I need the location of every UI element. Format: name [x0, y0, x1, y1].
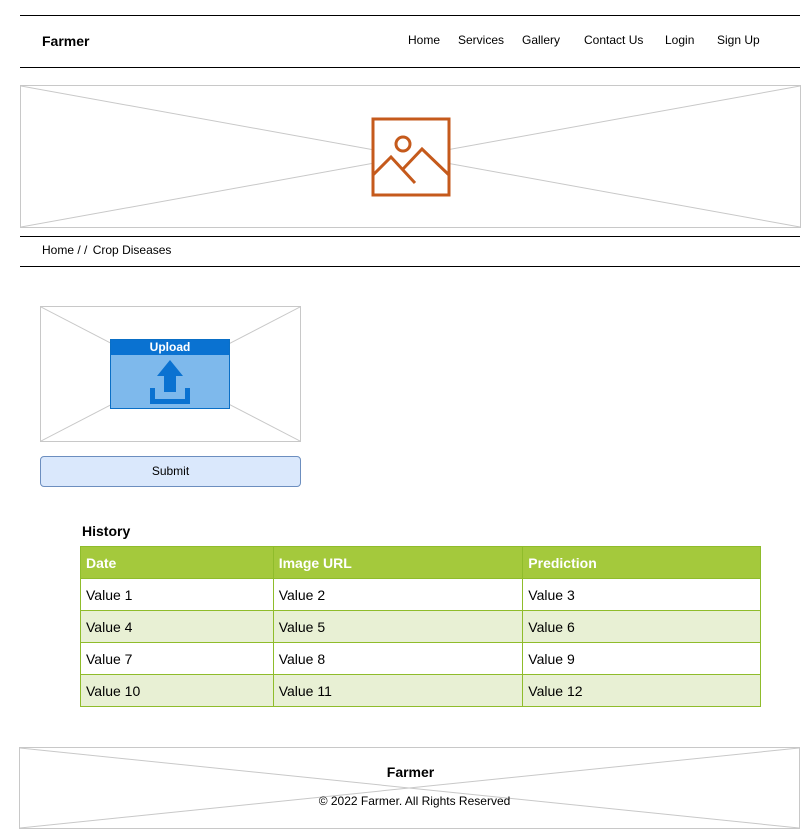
footer: [19, 747, 800, 829]
upload-icon: [150, 360, 190, 404]
column-header-prediction: Prediction: [522, 546, 761, 579]
table-row: Value 4 Value 5 Value 6: [80, 610, 761, 643]
placeholder-cross: [20, 748, 799, 828]
history-table: Date Image URL Prediction Value 1 Value …: [80, 546, 761, 707]
table-cell: Value 12: [522, 674, 761, 707]
header-top-border: [20, 15, 800, 16]
upload-button[interactable]: Upload: [110, 339, 230, 409]
table-cell: Value 4: [80, 610, 274, 643]
nav-home[interactable]: Home: [408, 33, 440, 47]
table-cell: Value 3: [522, 578, 761, 611]
table-row: Value 10 Value 11 Value 12: [80, 674, 761, 707]
upload-title: Upload: [111, 340, 229, 355]
table-row: Value 1 Value 2 Value 3: [80, 578, 761, 611]
breadcrumb-home[interactable]: Home: [42, 243, 74, 257]
table-cell: Value 2: [272, 578, 524, 611]
nav-sign-up[interactable]: Sign Up: [717, 33, 760, 47]
breadcrumb-separator: / /: [77, 243, 88, 257]
column-header-image-url: Image URL: [272, 546, 524, 579]
table-cell: Value 10: [80, 674, 274, 707]
table-cell: Value 7: [80, 642, 274, 675]
nav-gallery[interactable]: Gallery: [522, 33, 560, 47]
site-brand[interactable]: Farmer: [42, 33, 89, 49]
footer-copyright: © 2022 Farmer. All Rights Reserved: [318, 794, 511, 808]
table-cell: Value 11: [272, 674, 524, 707]
nav-contact-us[interactable]: Contact Us: [584, 33, 643, 47]
table-header-row: Date Image URL Prediction: [80, 546, 761, 579]
breadcrumb-bottom-border: [20, 266, 800, 267]
nav-services[interactable]: Services: [458, 33, 504, 47]
image-icon: [371, 117, 451, 197]
table-cell: Value 5: [272, 610, 524, 643]
history-title: History: [82, 523, 131, 539]
header-bottom-border: [20, 67, 800, 68]
table-cell: Value 8: [272, 642, 524, 675]
hero-banner: [20, 85, 801, 228]
breadcrumb-current: Crop Diseases: [92, 243, 172, 257]
table-cell: Value 1: [80, 578, 274, 611]
column-header-date: Date: [80, 546, 274, 579]
submit-button[interactable]: Submit: [40, 456, 301, 487]
table-row: Value 7 Value 8 Value 9: [80, 642, 761, 675]
footer-brand: Farmer: [386, 764, 435, 780]
breadcrumb-top-border: [20, 236, 800, 237]
breadcrumb: Home / / Crop Diseases: [42, 243, 171, 257]
table-cell: Value 9: [522, 642, 761, 675]
nav-login[interactable]: Login: [665, 33, 694, 47]
table-cell: Value 6: [522, 610, 761, 643]
